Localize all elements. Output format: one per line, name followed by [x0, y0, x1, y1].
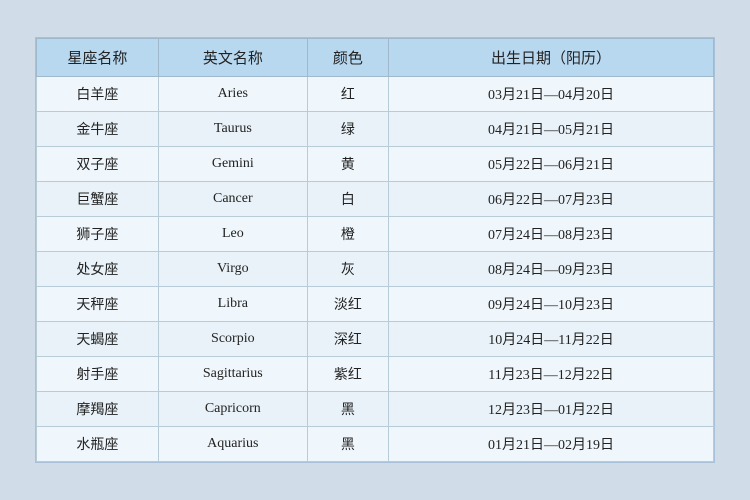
table-row: 射手座Sagittarius紫红11月23日—12月22日: [37, 357, 714, 392]
cell-chinese-name: 处女座: [37, 252, 159, 287]
table-row: 处女座Virgo灰08月24日—09月23日: [37, 252, 714, 287]
cell-date: 07月24日—08月23日: [389, 217, 714, 252]
table-row: 金牛座Taurus绿04月21日—05月21日: [37, 112, 714, 147]
header-english-name: 英文名称: [158, 39, 307, 77]
cell-english-name: Leo: [158, 217, 307, 252]
cell-english-name: Capricorn: [158, 392, 307, 427]
table-row: 摩羯座Capricorn黑12月23日—01月22日: [37, 392, 714, 427]
cell-color: 红: [307, 77, 388, 112]
cell-color: 黄: [307, 147, 388, 182]
cell-date: 04月21日—05月21日: [389, 112, 714, 147]
cell-color: 白: [307, 182, 388, 217]
cell-color: 深红: [307, 322, 388, 357]
cell-date: 11月23日—12月22日: [389, 357, 714, 392]
cell-english-name: Cancer: [158, 182, 307, 217]
cell-date: 06月22日—07月23日: [389, 182, 714, 217]
cell-chinese-name: 摩羯座: [37, 392, 159, 427]
cell-english-name: Scorpio: [158, 322, 307, 357]
table-header-row: 星座名称 英文名称 颜色 出生日期（阳历）: [37, 39, 714, 77]
cell-chinese-name: 天秤座: [37, 287, 159, 322]
cell-english-name: Virgo: [158, 252, 307, 287]
cell-date: 09月24日—10月23日: [389, 287, 714, 322]
cell-english-name: Gemini: [158, 147, 307, 182]
zodiac-table: 星座名称 英文名称 颜色 出生日期（阳历） 白羊座Aries红03月21日—04…: [36, 38, 714, 462]
cell-chinese-name: 金牛座: [37, 112, 159, 147]
cell-color: 灰: [307, 252, 388, 287]
cell-color: 绿: [307, 112, 388, 147]
zodiac-table-container: 星座名称 英文名称 颜色 出生日期（阳历） 白羊座Aries红03月21日—04…: [35, 37, 715, 463]
cell-chinese-name: 天蝎座: [37, 322, 159, 357]
cell-chinese-name: 射手座: [37, 357, 159, 392]
cell-chinese-name: 狮子座: [37, 217, 159, 252]
cell-chinese-name: 水瓶座: [37, 427, 159, 462]
table-row: 巨蟹座Cancer白06月22日—07月23日: [37, 182, 714, 217]
cell-date: 03月21日—04月20日: [389, 77, 714, 112]
cell-color: 橙: [307, 217, 388, 252]
cell-english-name: Sagittarius: [158, 357, 307, 392]
cell-date: 05月22日—06月21日: [389, 147, 714, 182]
header-chinese-name: 星座名称: [37, 39, 159, 77]
cell-color: 黑: [307, 392, 388, 427]
cell-date: 12月23日—01月22日: [389, 392, 714, 427]
table-row: 天蝎座Scorpio深红10月24日—11月22日: [37, 322, 714, 357]
cell-date: 08月24日—09月23日: [389, 252, 714, 287]
cell-english-name: Aries: [158, 77, 307, 112]
cell-chinese-name: 白羊座: [37, 77, 159, 112]
table-row: 天秤座Libra淡红09月24日—10月23日: [37, 287, 714, 322]
cell-english-name: Libra: [158, 287, 307, 322]
cell-color: 淡红: [307, 287, 388, 322]
header-color: 颜色: [307, 39, 388, 77]
cell-chinese-name: 巨蟹座: [37, 182, 159, 217]
cell-date: 10月24日—11月22日: [389, 322, 714, 357]
cell-english-name: Taurus: [158, 112, 307, 147]
table-row: 狮子座Leo橙07月24日—08月23日: [37, 217, 714, 252]
cell-color: 黑: [307, 427, 388, 462]
cell-date: 01月21日—02月19日: [389, 427, 714, 462]
header-date: 出生日期（阳历）: [389, 39, 714, 77]
cell-chinese-name: 双子座: [37, 147, 159, 182]
table-row: 水瓶座Aquarius黑01月21日—02月19日: [37, 427, 714, 462]
cell-color: 紫红: [307, 357, 388, 392]
table-row: 白羊座Aries红03月21日—04月20日: [37, 77, 714, 112]
table-body: 白羊座Aries红03月21日—04月20日金牛座Taurus绿04月21日—0…: [37, 77, 714, 462]
cell-english-name: Aquarius: [158, 427, 307, 462]
table-row: 双子座Gemini黄05月22日—06月21日: [37, 147, 714, 182]
